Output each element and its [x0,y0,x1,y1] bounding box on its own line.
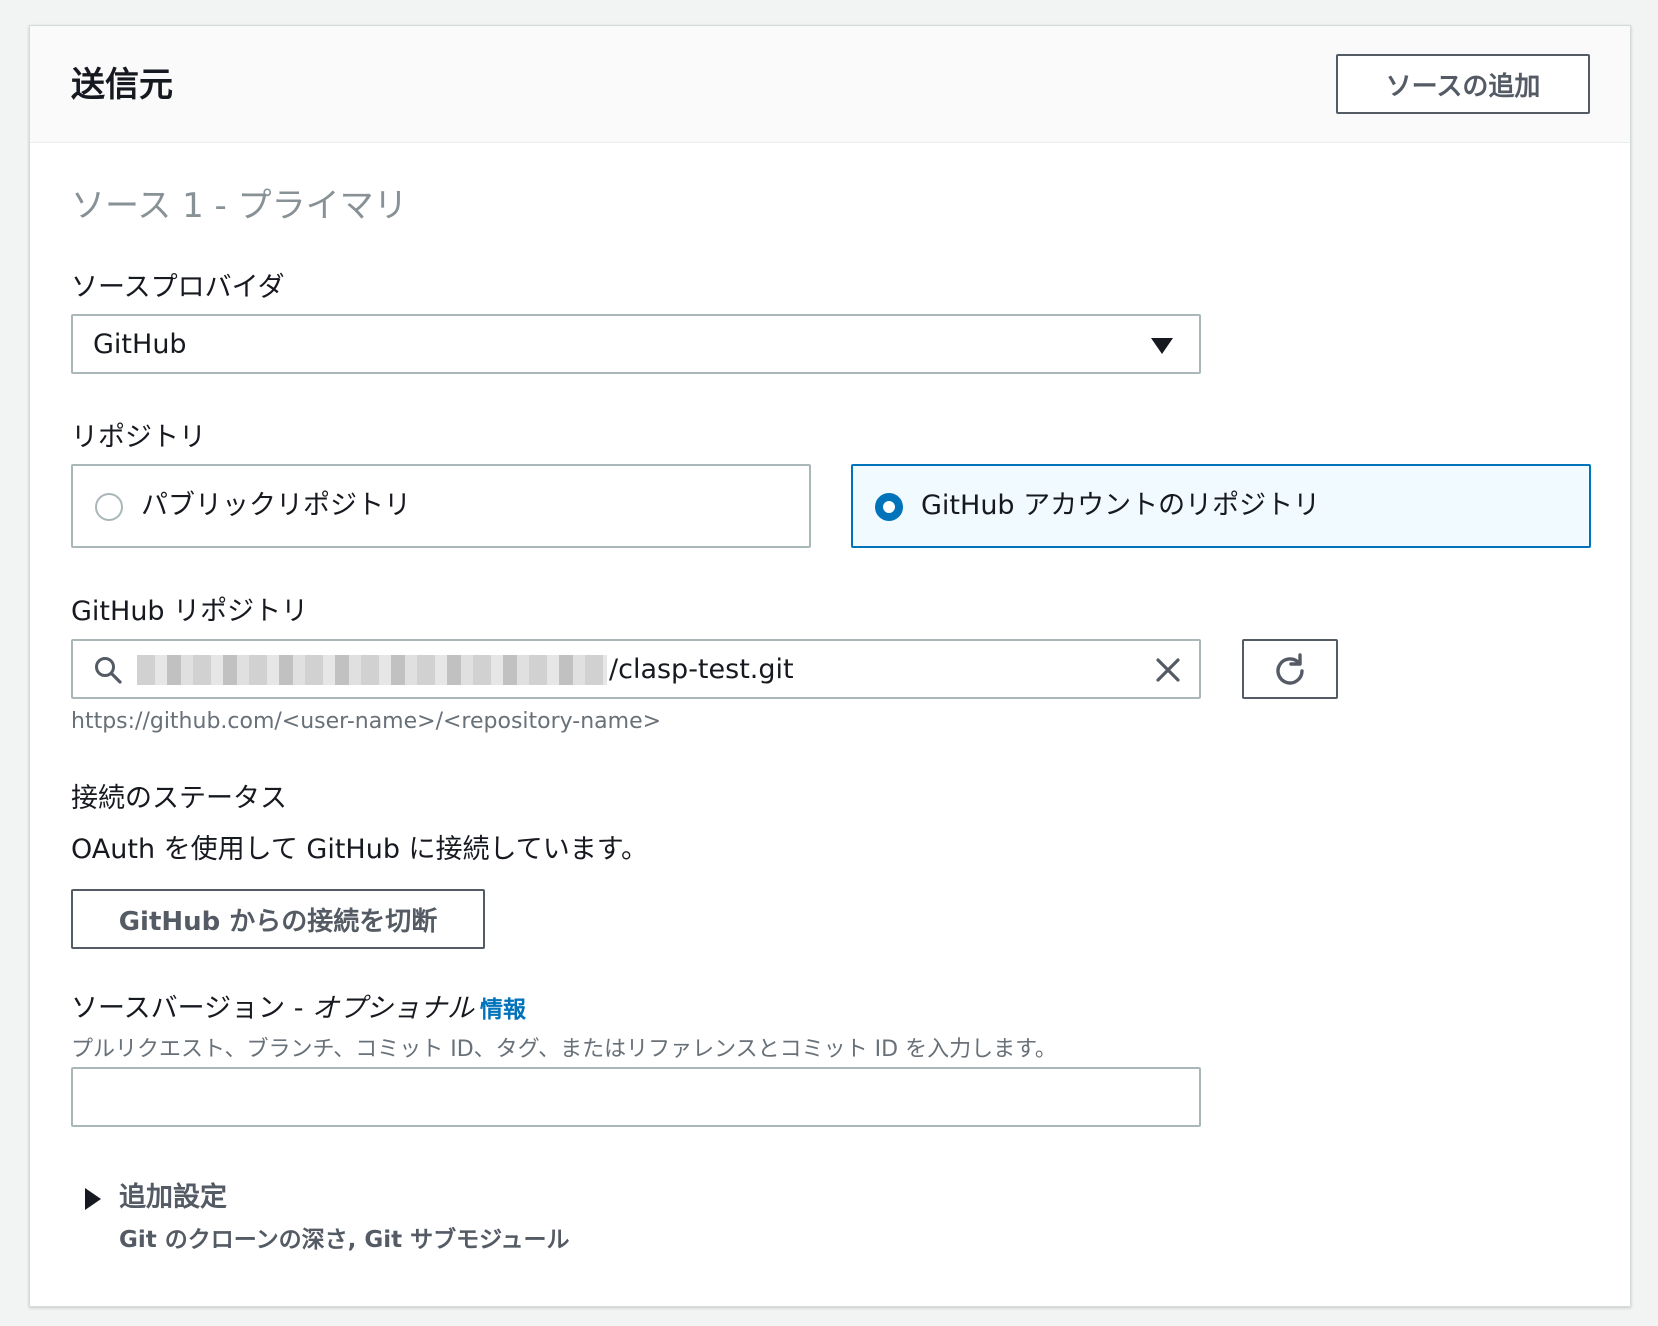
github-repo-hint: https://github.com/<user-name>/<reposito… [71,709,662,734]
repository-label: リポジトリ [71,422,206,453]
github-repo-value: /clasp-test.git [609,654,794,685]
panel-header: 送信元 ソースの追加 [30,26,1630,143]
close-icon[interactable] [1153,655,1183,685]
source-provider-label: ソースプロバイダ [71,272,285,303]
additional-settings-description: Git のクローンの深さ, Git サブモジュール [119,1227,570,1253]
source-provider-value: GitHub [93,329,187,360]
source-version-label: ソースバージョン - オプショナル 情報 [71,991,526,1028]
source-provider-select[interactable]: GitHub [71,314,1201,374]
radio-account[interactable] [875,493,903,521]
radio-public[interactable] [95,493,123,521]
connection-status-text: OAuth を使用して GitHub に接続しています。 [71,834,649,865]
refresh-icon [1276,653,1304,685]
additional-settings-toggle[interactable]: 追加設定 [119,1180,227,1216]
optional-label: オプショナル [312,993,475,1024]
connection-status-label: 接続のステータス [71,783,287,814]
info-link[interactable]: 情報 [480,997,526,1023]
section-title: ソース 1 - プライマリ [71,186,408,226]
source-panel: 送信元 ソースの追加 ソース 1 - プライマリ ソースプロバイダ GitHub… [29,25,1631,1307]
search-icon [95,657,122,684]
repository-option-account[interactable]: GitHub アカウントのリポジトリ [851,464,1591,548]
disconnect-github-button[interactable]: GitHub からの接続を切断 [71,889,485,949]
repository-option-public[interactable]: パブリックリポジトリ [71,464,811,548]
caret-down-icon [1151,338,1173,354]
panel-title: 送信元 [71,65,173,105]
source-version-hint: プルリクエスト、ブランチ、コミット ID、タグ、またはリファレンスとコミット I… [71,1037,1057,1062]
source-version-label-text: ソースバージョン - [71,993,313,1024]
caret-right-icon[interactable] [85,1188,101,1210]
repository-option-public-label: パブリックリポジトリ [141,490,411,521]
github-repo-search-input[interactable]: /clasp-test.git [71,639,1201,699]
add-source-button[interactable]: ソースの追加 [1336,54,1590,114]
repository-option-account-label: GitHub アカウントのリポジトリ [921,490,1321,521]
github-repo-label: GitHub リポジトリ [71,596,309,627]
redacted-text [137,655,607,685]
refresh-button[interactable] [1242,639,1338,699]
source-version-input[interactable] [71,1067,1201,1127]
